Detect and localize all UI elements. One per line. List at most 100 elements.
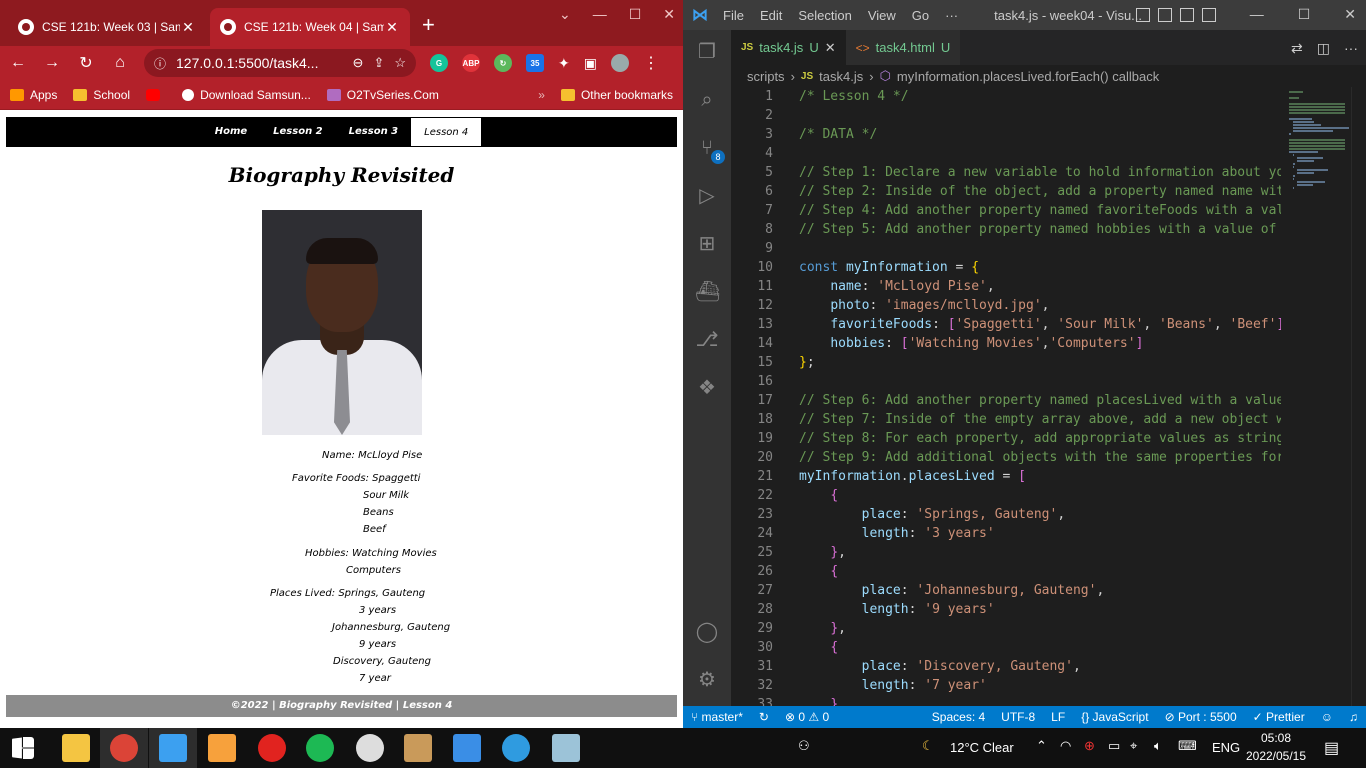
new-tab-button[interactable]: + xyxy=(422,14,435,36)
code-line[interactable]: 4 xyxy=(731,144,1281,163)
code-line[interactable]: 10 const myInformation = { xyxy=(731,258,1281,277)
code-line[interactable]: 20 // Step 9: Add additional objects with… xyxy=(731,448,1281,467)
other-bookmarks[interactable]: Other bookmarks xyxy=(560,88,673,102)
editor-scrollbar[interactable] xyxy=(1351,87,1366,706)
media-player-icon[interactable] xyxy=(208,734,236,762)
nav-lesson-4[interactable]: Lesson 4 xyxy=(411,118,482,146)
breadcrumb-folder[interactable]: scripts xyxy=(747,69,785,84)
adblock-icon[interactable]: ABP xyxy=(462,54,480,72)
code-line[interactable]: 19 // Step 8: For each property, add appr… xyxy=(731,429,1281,448)
code-line[interactable]: 14 hobbies: ['Watching Movies','Computer… xyxy=(731,334,1281,353)
code-line[interactable]: 2 xyxy=(731,106,1281,125)
menu-file[interactable]: File xyxy=(723,8,744,23)
tab-task4-html[interactable]: <> task4.html U xyxy=(845,30,961,65)
notepad-icon[interactable] xyxy=(552,734,580,762)
maximize-icon[interactable]: ☐ xyxy=(629,6,642,23)
location-icon[interactable]: ⌖ xyxy=(1130,738,1137,754)
grammarly-icon[interactable]: G xyxy=(430,54,448,72)
code-line[interactable]: 31 place: 'Discovery, Gauteng', xyxy=(731,657,1281,676)
encoding[interactable]: UTF-8 xyxy=(993,710,1043,724)
run-debug-icon[interactable]: ▷ xyxy=(695,184,719,208)
language-mode[interactable]: {} JavaScript xyxy=(1073,710,1156,724)
toggle-panel-icon[interactable] xyxy=(1158,8,1172,22)
open-changes-icon[interactable]: ⇄ xyxy=(1291,40,1303,57)
code-line[interactable]: 25 }, xyxy=(731,543,1281,562)
menu-edit[interactable]: Edit xyxy=(760,8,782,23)
browser-tab-week03[interactable]: CSE 121b: Week 03 | Samp ✕ xyxy=(8,8,206,46)
close-tab-icon[interactable]: ✕ xyxy=(180,19,196,36)
reload-icon[interactable]: ↻ xyxy=(76,53,96,73)
code-line[interactable]: 17 // Step 6: Add another property named … xyxy=(731,391,1281,410)
minimize-icon[interactable]: — xyxy=(1250,6,1264,23)
more-actions-icon[interactable]: ··· xyxy=(1344,40,1358,57)
code-line[interactable]: 3 /* DATA */ xyxy=(731,125,1281,144)
live-server-port[interactable]: ⊘ Port : 5500 xyxy=(1157,710,1245,724)
maximize-icon[interactable]: ☐ xyxy=(1298,6,1311,23)
settings-gear-icon[interactable]: ⚙ xyxy=(695,668,719,692)
code-line[interactable]: 23 place: 'Springs, Gauteng', xyxy=(731,505,1281,524)
close-tab-icon[interactable]: ✕ xyxy=(825,40,836,56)
volume-icon[interactable]: 🔈︎ xyxy=(1154,738,1162,754)
toggle-sidebar-icon[interactable] xyxy=(1136,8,1150,22)
indentation[interactable]: Spaces: 4 xyxy=(924,710,993,724)
code-line[interactable]: 30 { xyxy=(731,638,1281,657)
paint-icon[interactable] xyxy=(404,734,432,762)
forward-icon[interactable]: → xyxy=(42,54,62,72)
code-line[interactable]: 27 place: 'Johannesburg, Gauteng', xyxy=(731,581,1281,600)
code-line[interactable]: 6 // Step 2: Inside of the object, add a … xyxy=(731,182,1281,201)
show-hidden-icons[interactable]: ⌃ xyxy=(1036,738,1047,754)
code-line[interactable]: 21 myInformation.placesLived = [ xyxy=(731,467,1281,486)
sync-icon[interactable]: ↻ xyxy=(751,710,777,724)
close-window-icon[interactable]: ✕ xyxy=(1344,6,1356,23)
code-line[interactable]: 12 photo: 'images/mclloyd.jpg', xyxy=(731,296,1281,315)
bookmark-youtube[interactable] xyxy=(146,88,166,101)
browser-tab-week04[interactable]: CSE 121b: Week 04 | Samp ✕ xyxy=(210,8,410,46)
weather-text[interactable]: 12°C Clear xyxy=(950,740,1014,755)
share-icon[interactable]: ⇪ xyxy=(373,55,384,71)
code-line[interactable]: 24 length: '3 years' xyxy=(731,524,1281,543)
close-tab-icon[interactable]: ✕ xyxy=(384,19,400,36)
code-line[interactable]: 22 { xyxy=(731,486,1281,505)
customize-layout-icon[interactable] xyxy=(1202,8,1216,22)
bookmark-download-samsung[interactable]: Download Samsun... xyxy=(182,88,311,102)
clock-time[interactable]: 05:08 xyxy=(1248,731,1304,745)
settings-gear-icon[interactable] xyxy=(356,734,384,762)
spotify-icon[interactable] xyxy=(306,734,334,762)
chrome-menu-icon[interactable]: ⋮ xyxy=(643,53,659,73)
code-line[interactable]: 8 // Step 5: Add another property named h… xyxy=(731,220,1281,239)
clock-date[interactable]: 2022/05/15 xyxy=(1244,749,1308,763)
source-control-icon[interactable]: ⑂ xyxy=(695,136,725,164)
prettier-status[interactable]: ✓ Prettier xyxy=(1245,710,1313,724)
input-language[interactable]: ENG xyxy=(1212,740,1240,755)
minimize-icon[interactable]: — xyxy=(593,6,607,23)
vscode-taskbar-icon[interactable] xyxy=(159,734,187,762)
people-icon[interactable]: ⚇ xyxy=(798,738,810,754)
bookmark-o2tvseries[interactable]: O2TvSeries.Com xyxy=(326,88,439,102)
side-panel-icon[interactable]: ▣ xyxy=(584,55,597,72)
zoom-icon[interactable]: ⊖ xyxy=(353,55,364,71)
code-line[interactable]: 32 length: '7 year' xyxy=(731,676,1281,695)
bookmark-apps[interactable]: Apps xyxy=(10,88,57,102)
code-line[interactable]: 15}; xyxy=(731,353,1281,372)
tab-task4-js[interactable]: JS task4.js U ✕ xyxy=(731,30,846,65)
minimap[interactable] xyxy=(1281,87,1351,706)
toggle-secondary-sidebar-icon[interactable] xyxy=(1180,8,1194,22)
extensions-puzzle-icon[interactable]: ✦ xyxy=(558,55,570,72)
feedback-icon[interactable]: ☺ xyxy=(1313,710,1341,724)
profile-avatar[interactable] xyxy=(610,54,629,72)
calendar-extension-icon[interactable]: 35 xyxy=(526,54,544,72)
code-line[interactable]: 11 name: 'McLloyd Pise', xyxy=(731,277,1281,296)
bookmark-star-icon[interactable]: ☆ xyxy=(394,55,406,71)
extensions-icon[interactable]: ⊞ xyxy=(695,232,719,256)
breadcrumb-symbol[interactable]: myInformation.placesLived.forEach() call… xyxy=(897,69,1159,84)
battery-icon[interactable]: ▭ xyxy=(1108,738,1120,754)
code-line[interactable]: 18 // Step 7: Inside of the empty array a… xyxy=(731,410,1281,429)
network-icon[interactable]: ◠ xyxy=(1060,738,1071,754)
bookmarks-overflow-icon[interactable]: » xyxy=(538,88,545,102)
notification-center-icon[interactable]: ▤ xyxy=(1324,738,1339,758)
close-window-icon[interactable]: ✕ xyxy=(663,6,675,23)
menu-selection[interactable]: Selection xyxy=(798,8,851,23)
code-line[interactable]: 7 // Step 4: Add another property named f… xyxy=(731,201,1281,220)
split-editor-icon[interactable]: ◫ xyxy=(1317,40,1330,57)
file-explorer-icon[interactable] xyxy=(62,734,90,762)
